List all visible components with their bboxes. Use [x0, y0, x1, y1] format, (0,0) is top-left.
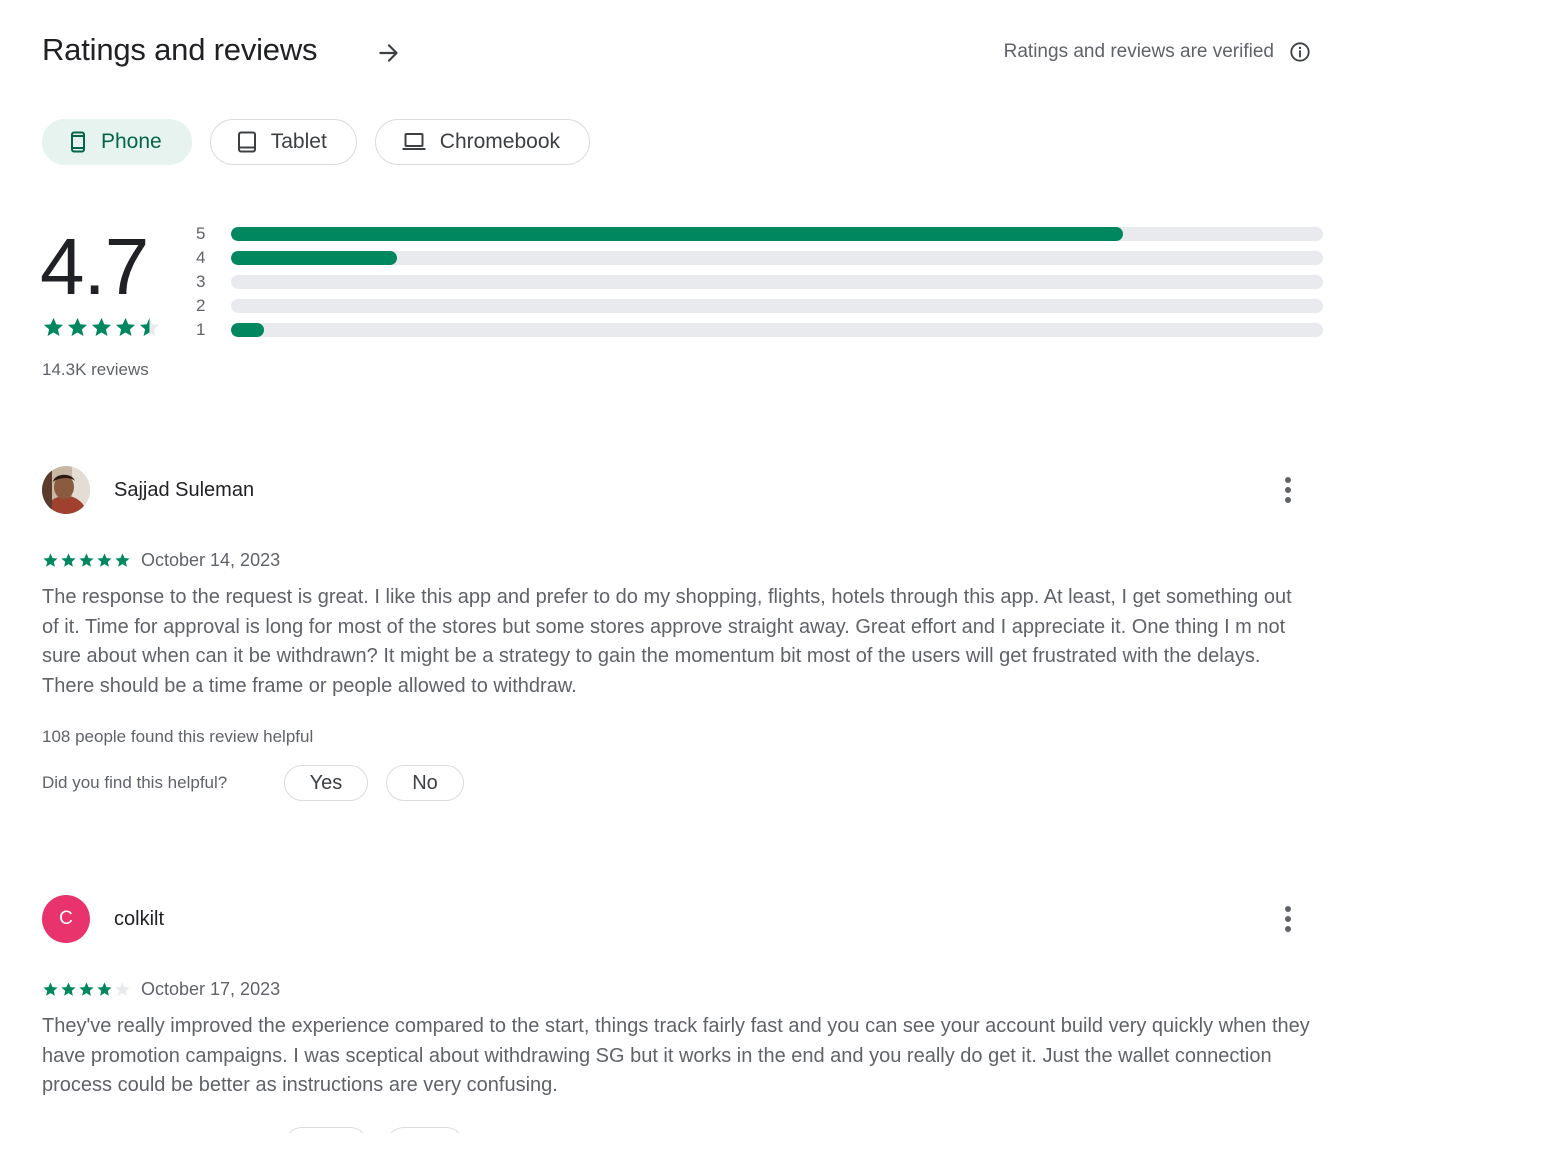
star-icon [115, 317, 136, 337]
helpful-count: 108 people found this review helpful [42, 727, 314, 746]
star-icon [61, 982, 76, 996]
review-card: Sajjad Suleman October 14, 2023 The resp… [42, 466, 1312, 801]
review-stars [42, 981, 131, 998]
tablet-icon [237, 131, 256, 153]
star-icon [67, 317, 88, 337]
rating-bar-label: 3 [196, 272, 206, 291]
tab-phone-label: Phone [101, 130, 162, 153]
device-tabs: Phone Tablet Chromebook [42, 119, 591, 165]
star-icon [115, 982, 130, 996]
review-date: October 14, 2023 [141, 550, 281, 570]
see-all-arrow-button[interactable] [372, 36, 406, 70]
rating-bar-row: 4 [196, 246, 1323, 270]
star-icon [43, 982, 58, 996]
star-icon [139, 317, 160, 337]
reviews-count: 14.3K reviews [42, 360, 149, 379]
helpful-buttons-partial [284, 1127, 484, 1133]
helpful-question: Did you find this helpful? [42, 773, 228, 792]
tab-tablet[interactable]: Tablet [209, 119, 357, 165]
rating-bar-label: 5 [196, 224, 206, 243]
helpful-no-button[interactable] [386, 1127, 464, 1133]
star-icon [79, 982, 94, 996]
reviewer-name: Sajjad Suleman [114, 478, 255, 501]
rating-bar-track [231, 299, 1323, 313]
rating-bar-track [231, 275, 1323, 289]
summary-stars [42, 316, 161, 339]
review-stars [42, 552, 131, 569]
star-icon [115, 553, 130, 567]
tab-phone[interactable]: Phone [42, 119, 192, 165]
rating-bar-label: 1 [196, 320, 206, 339]
review-meta: October 14, 2023 [42, 550, 1312, 571]
rating-bar-track [231, 251, 1323, 265]
star-icon [43, 317, 64, 337]
page-title: Ratings and reviews [42, 32, 318, 67]
star-icon [61, 553, 76, 567]
laptop-icon [402, 133, 426, 150]
verified-text: Ratings and reviews are verified [1003, 41, 1274, 62]
rating-bar-label: 4 [196, 248, 206, 267]
arrow-right-icon [379, 44, 398, 62]
more-options-button[interactable] [1270, 472, 1306, 508]
review-date: October 17, 2023 [141, 979, 281, 999]
review-text: They've really improved the experience c… [42, 1015, 1310, 1096]
reviewer-name: colkilt [114, 907, 165, 930]
review-card: C colkilt October 17, 2023 They've reall… [42, 895, 1312, 1101]
more-options-button[interactable] [1270, 901, 1306, 937]
review-text: The response to the request is great. I … [42, 586, 1292, 697]
avatar: C [42, 895, 90, 943]
user-photo-icon [42, 466, 90, 514]
star-icon [91, 317, 112, 337]
rating-bar-row: 5 [196, 222, 1323, 246]
tab-chromebook-label: Chromebook [439, 130, 561, 153]
star-icon [43, 553, 58, 567]
avatar [42, 466, 90, 514]
average-rating: 4.7 [40, 222, 149, 311]
helpful-prompt: Did you find this helpful? Yes No [42, 765, 1312, 801]
rating-bar-fill [231, 227, 1124, 241]
rating-distribution: 5 4 3 2 1 [196, 222, 1323, 342]
tab-chromebook[interactable]: Chromebook [374, 119, 591, 165]
verified-notice: Ratings and reviews are verified [1004, 40, 1312, 64]
rating-bar-fill [231, 323, 264, 337]
tab-tablet-label: Tablet [270, 130, 327, 153]
rating-bar-row: 2 [196, 294, 1323, 318]
avatar-letter: C [59, 908, 73, 929]
review-header: C colkilt [42, 895, 1312, 943]
more-vert-icon [1285, 906, 1291, 932]
helpful-yes-button[interactable]: Yes [284, 765, 368, 801]
review-header: Sajjad Suleman [42, 466, 1312, 514]
info-button[interactable] [1288, 40, 1312, 64]
rating-bar-label: 2 [196, 296, 206, 315]
star-icon [97, 553, 112, 567]
phone-icon [71, 131, 85, 153]
info-icon [1290, 42, 1310, 62]
review-meta: October 17, 2023 [42, 979, 1312, 1000]
rating-bar-track [231, 323, 1323, 337]
rating-bar-row: 1 [196, 318, 1323, 342]
helpful-yes-button[interactable] [284, 1127, 368, 1133]
rating-bar-fill [231, 251, 397, 265]
rating-bar-row: 3 [196, 270, 1323, 294]
star-icon [79, 553, 94, 567]
star-icon [97, 982, 112, 996]
rating-bar-track [231, 227, 1323, 241]
helpful-no-button[interactable]: No [386, 765, 464, 801]
more-vert-icon [1285, 477, 1291, 503]
